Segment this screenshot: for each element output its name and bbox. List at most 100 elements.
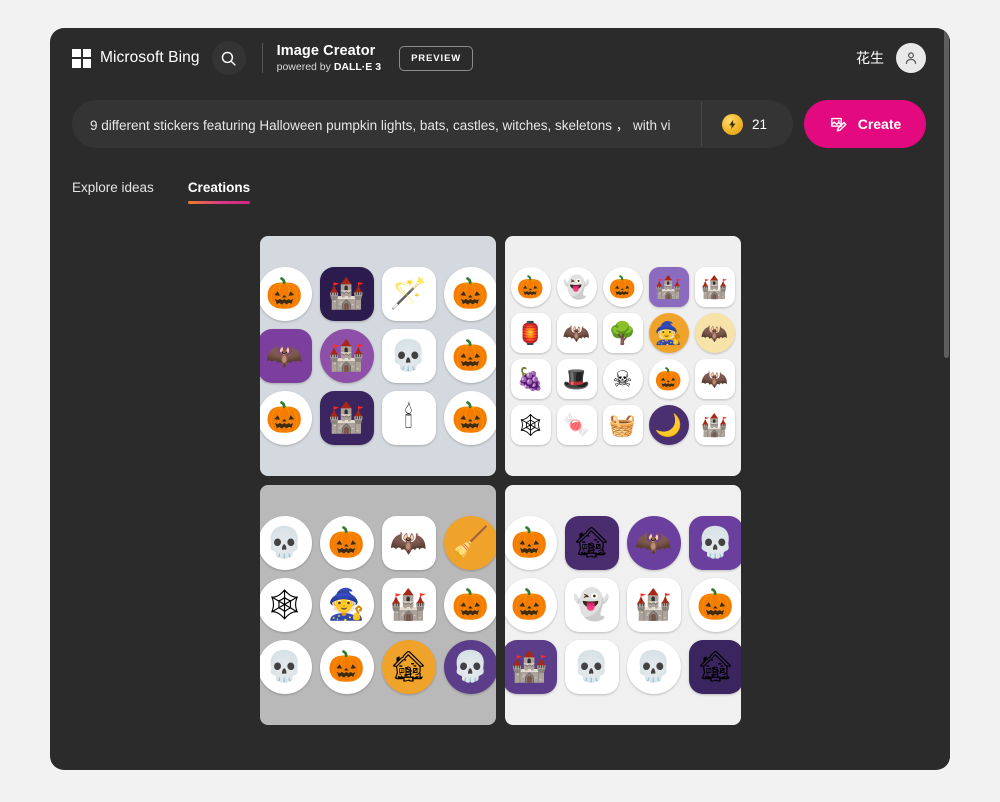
sticker: 🪄 xyxy=(381,267,436,321)
creation-tile-2[interactable]: 🎃 👻 🎃 🏰 🏰 🏮 🦇 🌳 🧙 🦇 🍇 🎩 ☠ 🎃 🦇 🕸 🍬 🧺 🌙 🏰 xyxy=(504,236,741,476)
header-account-area: 花生 xyxy=(856,43,926,73)
creation-tile-1[interactable]: 🎃 🏰 🪄 🎃 🦇 🏰 💀 🎃 🎃 🏰 🕯 🎃 xyxy=(259,236,496,476)
sticker-glyph: 🍬 xyxy=(562,412,591,438)
sticker-glyph: 🧺 xyxy=(608,412,637,438)
scrollbar-thumb[interactable] xyxy=(944,28,949,358)
sticker: 🏰 xyxy=(319,267,374,321)
sticker: 🎃 xyxy=(504,578,557,632)
sticker: 🎃 xyxy=(602,267,643,307)
vertical-scrollbar[interactable] xyxy=(943,28,950,770)
tab-explore-ideas[interactable]: Explore ideas xyxy=(72,180,154,204)
sticker-glyph: 🌳 xyxy=(608,320,637,346)
sticker: 🎃 xyxy=(648,359,689,399)
sticker: 🏰 xyxy=(648,267,689,307)
sticker: 🕸 xyxy=(510,405,551,445)
creations-grid: 🎃 🏰 🪄 🎃 🦇 🏰 💀 🎃 🎃 🏰 🕯 🎃 🎃 👻 🎃 🏰 🏰 🏮 🦇 🌳 🧙 🦇 🍇 🎩 ☠ 🎃 🦇 🕸 🍬 🧺 🌙 🏰 💀 🎃 🦇 🧹 🕸 🧙 🏰 🎃… xyxy=(50,236,950,725)
boost-counter[interactable]: 21 xyxy=(702,113,793,135)
sticker-glyph: 🪄 xyxy=(389,277,428,311)
create-button[interactable]: Create xyxy=(804,100,926,148)
sticker: 💀 xyxy=(443,640,496,694)
sticker-glyph: 🎃 xyxy=(510,588,549,622)
sticker-glyph: 🎃 xyxy=(265,401,304,435)
sticker: 🎃 xyxy=(443,578,496,632)
sticker-glyph: 💀 xyxy=(572,650,611,684)
creation-tile-3[interactable]: 💀 🎃 🦇 🧹 🕸 🧙 🏰 🎃 💀 🎃 🏚 💀 xyxy=(259,485,496,725)
sticker: 🍇 xyxy=(510,359,551,399)
sticker: 🏰 xyxy=(381,578,436,632)
sticker: 🎃 xyxy=(443,391,496,445)
sticker: 🦇 xyxy=(694,359,735,399)
sticker-glyph: 🦇 xyxy=(562,320,591,346)
sticker-sheet: 💀 🎃 🦇 🧹 🕸 🧙 🏰 🎃 💀 🎃 🏚 💀 xyxy=(259,485,496,725)
image-creator-window: Microsoft Bing Image Creator powered by … xyxy=(50,28,950,770)
product-subtitle: powered by DALL·E 3 xyxy=(277,61,381,73)
sticker: 💀 xyxy=(626,640,681,694)
sticker: 💀 xyxy=(688,516,741,570)
sticker: 🏰 xyxy=(626,578,681,632)
sticker-glyph: 🏰 xyxy=(634,588,673,622)
sticker-glyph: 🏰 xyxy=(327,277,366,311)
sticker: 🏚 xyxy=(381,640,436,694)
sticker: 🏮 xyxy=(510,313,551,353)
sticker-glyph: ☠ xyxy=(612,366,633,392)
sticker: 💀 xyxy=(381,329,436,383)
sticker: 👻 xyxy=(564,578,619,632)
creation-tile-4[interactable]: 🎃 🏚 🦇 💀 🎃 👻 🏰 🎃 🏰 💀 💀 🏚 xyxy=(504,485,741,725)
sticker: 🏚 xyxy=(564,516,619,570)
sticker: 🎃 xyxy=(443,329,496,383)
sticker-glyph: 🎃 xyxy=(516,274,545,300)
create-button-label: Create xyxy=(857,116,902,132)
microsoft-grid-icon xyxy=(72,48,91,68)
preview-badge[interactable]: PREVIEW xyxy=(399,45,474,71)
sticker: 🏰 xyxy=(694,405,735,445)
sticker: ☠ xyxy=(602,359,643,399)
sticker-glyph: 🏮 xyxy=(516,320,545,346)
bing-brand[interactable]: Microsoft Bing xyxy=(72,48,200,68)
sticker-glyph: 🎃 xyxy=(510,526,549,560)
sticker: 🧺 xyxy=(602,405,643,445)
sticker: 🧹 xyxy=(443,516,496,570)
sticker-glyph: 🕸 xyxy=(265,588,304,622)
prompt-bar-row: 9 different stickers featuring Halloween… xyxy=(50,100,950,148)
avatar[interactable] xyxy=(896,43,926,73)
prompt-bar[interactable]: 9 different stickers featuring Halloween… xyxy=(72,100,793,148)
sticker-glyph: 🏰 xyxy=(389,588,428,622)
prompt-input[interactable]: 9 different stickers featuring Halloween… xyxy=(72,100,701,148)
sticker-glyph: 💀 xyxy=(265,526,304,560)
sticker-glyph: 🕯 xyxy=(404,401,413,435)
sticker: 🎃 xyxy=(688,578,741,632)
tab-creations[interactable]: Creations xyxy=(187,180,251,204)
sticker-glyph: 💀 xyxy=(389,339,428,373)
sticker: 🌳 xyxy=(602,313,643,353)
sticker-glyph: 🧙 xyxy=(654,320,683,346)
sticker: 🎃 xyxy=(319,516,374,570)
page-title: Image Creator xyxy=(276,42,376,59)
sticker-glyph: 🎃 xyxy=(451,588,490,622)
sticker: 🦇 xyxy=(694,313,735,353)
boost-count-label: 21 xyxy=(751,116,767,132)
brand-name-label: Microsoft Bing xyxy=(100,49,200,66)
sticker: 🍬 xyxy=(556,405,597,445)
sticker-glyph: 💀 xyxy=(634,650,673,684)
sticker: 🕯 xyxy=(381,391,436,445)
sticker: 🎃 xyxy=(259,391,312,445)
search-button[interactable] xyxy=(211,41,246,75)
sticker-glyph: 🎃 xyxy=(327,650,366,684)
sticker-glyph: 🦇 xyxy=(700,366,729,392)
sticker-glyph: 💀 xyxy=(265,650,304,684)
sticker: 🎃 xyxy=(510,267,551,307)
creations-tabs: Explore ideas Creations xyxy=(50,172,950,204)
sticker-glyph: 🏚 xyxy=(389,650,428,684)
sticker: 🎃 xyxy=(443,267,496,321)
sticker-glyph: 🏰 xyxy=(327,339,366,373)
page-scroll-area[interactable]: Microsoft Bing Image Creator powered by … xyxy=(50,28,950,770)
sticker: 👻 xyxy=(556,267,597,307)
sticker-glyph: 🧙 xyxy=(327,588,366,622)
sticker: 🦇 xyxy=(626,516,681,570)
sticker-glyph: 🦇 xyxy=(634,526,673,560)
sticker-glyph: 🕸 xyxy=(516,412,545,438)
sticker-glyph: 💀 xyxy=(451,650,490,684)
sticker-sheet: 🎃 🏚 🦇 💀 🎃 👻 🏰 🎃 🏰 💀 💀 🏚 xyxy=(504,485,741,725)
sticker: 🕸 xyxy=(259,578,312,632)
sticker: 🏚 xyxy=(688,640,741,694)
